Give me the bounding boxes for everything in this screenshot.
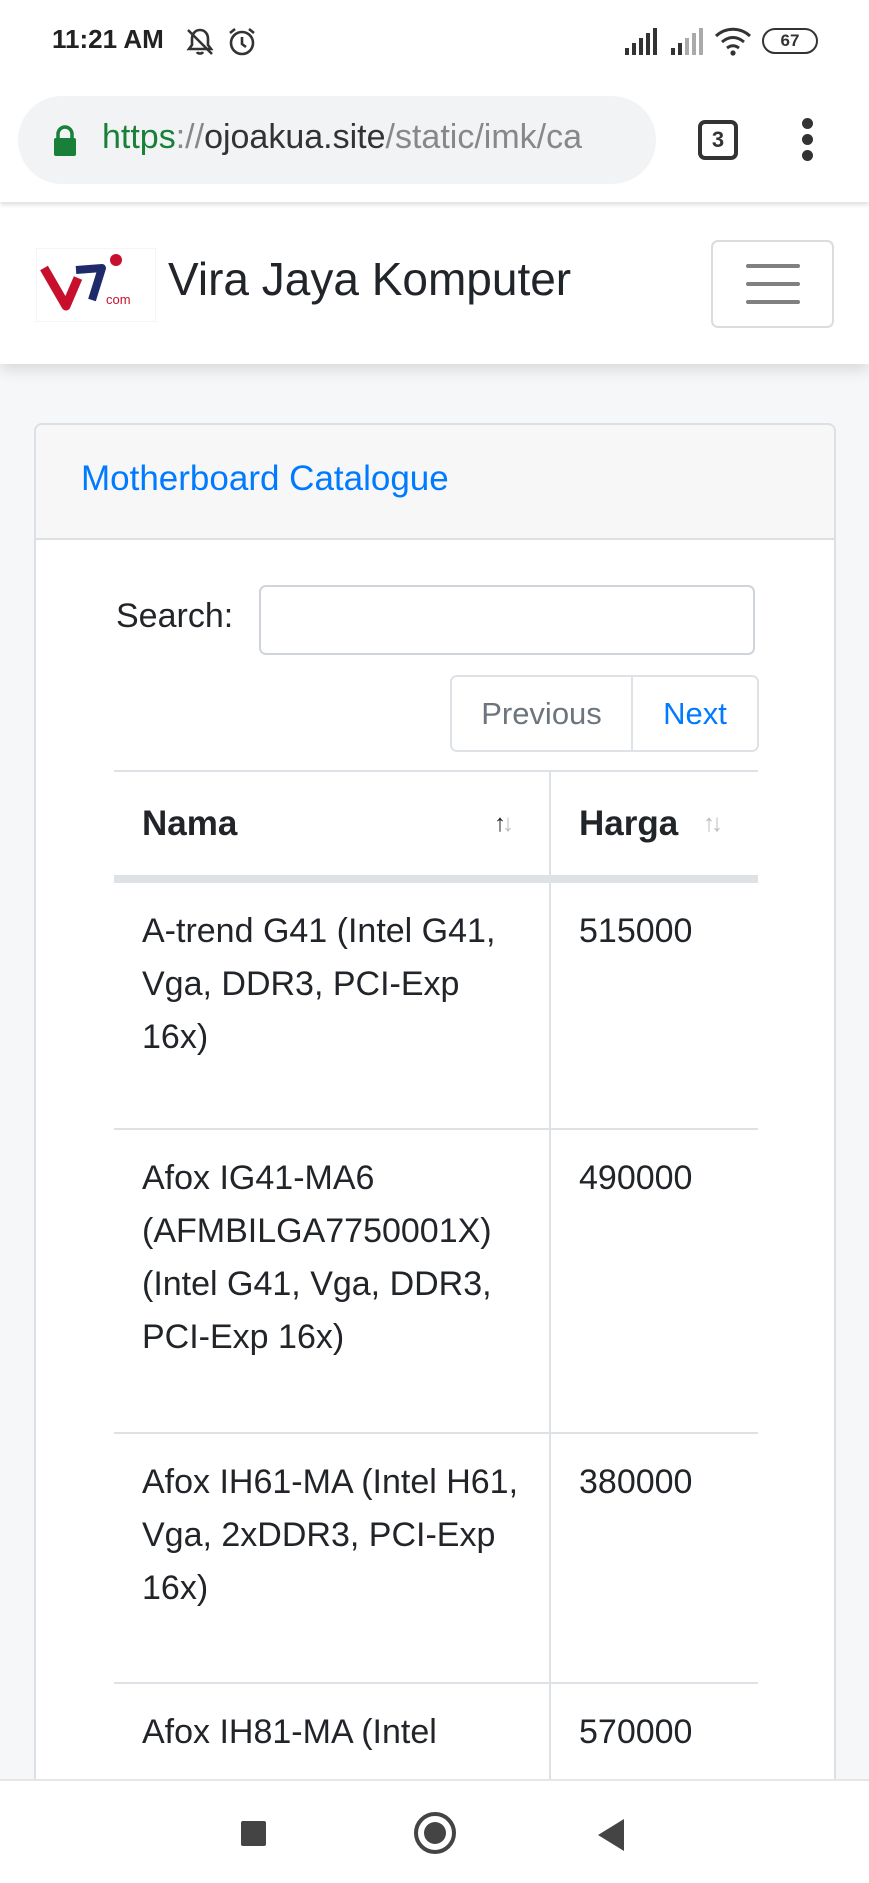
battery-icon: 67: [762, 28, 818, 54]
column-header-label: Harga: [579, 803, 679, 843]
browser-menu-icon[interactable]: [800, 118, 814, 162]
catalogue-card: Motherboard Catalogue Search: Previous N…: [34, 423, 836, 1823]
url-host: ojoakua.site: [204, 118, 386, 156]
tab-switcher-button[interactable]: 3: [698, 120, 738, 160]
wifi-icon: [714, 27, 752, 56]
mute-icon: [186, 28, 214, 55]
browser-toolbar: https://ojoakua.site/static/imk/ca 3: [0, 84, 869, 202]
catalogue-table: Nama ↑↓ Harga ↑↓ A-trend G41 (Intel G41,…: [114, 770, 758, 1821]
column-header-nama[interactable]: Nama ↑↓: [114, 770, 551, 883]
card-header: Motherboard Catalogue: [36, 425, 834, 540]
navbar-toggler-button[interactable]: [711, 240, 834, 328]
url-text[interactable]: https://ojoakua.site/static/imk/ca: [102, 118, 582, 157]
product-price-cell: 380000: [550, 1433, 758, 1684]
site-navbar: com Vira Jaya Komputer: [0, 202, 869, 364]
recent-apps-icon[interactable]: [241, 1821, 266, 1846]
table-row[interactable]: Afox IH61-MA (Intel H61, Vga, 2xDDR3, PC…: [114, 1433, 758, 1684]
catalogue-table-container: Nama ↑↓ Harga ↑↓ A-trend G41 (Intel G41,…: [114, 770, 758, 1821]
signal-weak-icon: [671, 28, 703, 55]
url-path: /static/imk/ca: [385, 118, 583, 156]
system-navigation-bar: [0, 1779, 869, 1883]
lock-icon[interactable]: [52, 125, 78, 157]
pagination: Previous Next: [450, 675, 759, 752]
brand-name[interactable]: Vira Jaya Komputer: [168, 252, 571, 306]
search-input[interactable]: [259, 585, 755, 655]
table-row[interactable]: Afox IG41-MA6 (AFMBILGA7750001X) (Intel …: [114, 1129, 758, 1434]
product-name-cell: Afox IG41-MA6 (AFMBILGA7750001X) (Intel …: [114, 1129, 551, 1434]
product-price-cell: 515000: [550, 879, 758, 1130]
battery-level: 67: [780, 31, 800, 50]
next-page-button[interactable]: Next: [633, 677, 757, 750]
search-label: Search:: [116, 597, 234, 635]
card-title[interactable]: Motherboard Catalogue: [81, 459, 449, 499]
home-icon[interactable]: [414, 1812, 456, 1854]
status-bar: 11:21 AM 67: [0, 0, 869, 84]
brand-logo[interactable]: com: [36, 248, 156, 322]
status-time: 11:21 AM: [52, 24, 164, 54]
address-bar[interactable]: https://ojoakua.site/static/imk/ca: [18, 96, 656, 184]
url-separator: ://: [175, 118, 205, 156]
url-scheme: https: [102, 118, 176, 156]
alarm-icon: [229, 27, 255, 56]
back-icon[interactable]: [598, 1819, 624, 1851]
product-price-cell: 490000: [550, 1129, 758, 1434]
hamburger-icon: [746, 264, 800, 268]
column-header-label: Nama: [142, 803, 238, 843]
column-header-harga[interactable]: Harga ↑↓: [550, 770, 758, 883]
sort-ascending-icon[interactable]: ↑↓: [494, 810, 514, 838]
logo-text: com: [106, 292, 131, 307]
table-header-row: Nama ↑↓ Harga ↑↓: [114, 770, 758, 883]
product-name-cell: Afox IH61-MA (Intel H61, Vga, 2xDDR3, PC…: [114, 1433, 551, 1684]
product-name-cell: A-trend G41 (Intel G41, Vga, DDR3, PCI-E…: [114, 879, 551, 1130]
signal-icon: [625, 28, 657, 55]
previous-page-button[interactable]: Previous: [452, 677, 633, 750]
sort-unsorted-icon[interactable]: ↑↓: [703, 810, 723, 838]
table-row[interactable]: A-trend G41 (Intel G41, Vga, DDR3, PCI-E…: [114, 879, 758, 1130]
